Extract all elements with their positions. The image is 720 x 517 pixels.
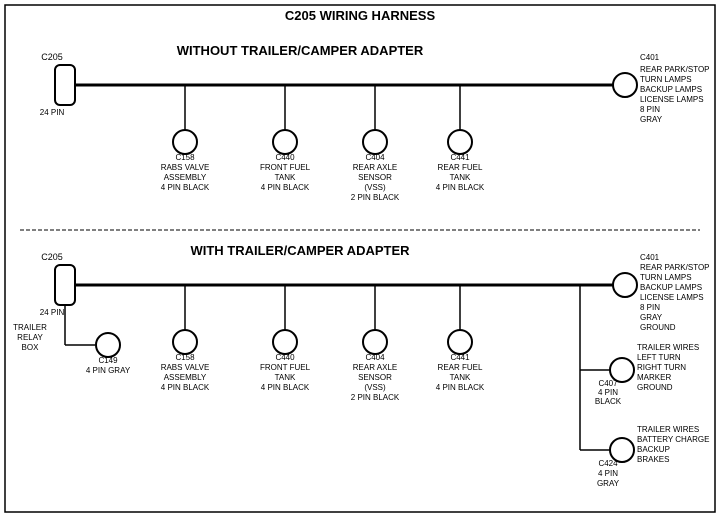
bottom-right-connector-circle <box>613 273 637 297</box>
main-title: C205 WIRING HARNESS <box>285 8 436 23</box>
bottom-c441-id: C441 <box>450 353 470 362</box>
top-right-desc1: REAR PARK/STOP <box>640 65 710 74</box>
bottom-c149-pins: 4 PIN GRAY <box>86 366 131 375</box>
bottom-c158-circle <box>173 330 197 354</box>
bottom-c158-id: C158 <box>175 353 195 362</box>
c424-desc4: BRAKES <box>637 455 669 464</box>
wiring-diagram-svg: C205 WIRING HARNESS WITHOUT TRAILER/CAMP… <box>0 0 720 517</box>
c407-desc5: GROUND <box>637 383 673 392</box>
top-c404-label3: (VSS) <box>364 183 386 192</box>
bottom-left-24pin: 24 PIN <box>40 308 65 317</box>
bottom-right-desc2: TURN LAMPS <box>640 273 692 282</box>
top-c404-label1: REAR AXLE <box>353 163 397 172</box>
top-c404-label4: 2 PIN BLACK <box>351 193 400 202</box>
top-c158-label3: 4 PIN BLACK <box>161 183 210 192</box>
top-c441-id: C441 <box>450 153 470 162</box>
bottom-c440-circle <box>273 330 297 354</box>
top-right-desc4: LICENSE LAMPS <box>640 95 704 104</box>
bottom-right-desc1: REAR PARK/STOP <box>640 263 710 272</box>
bottom-c404-label1: REAR AXLE <box>353 363 397 372</box>
bottom-right-desc3: BACKUP LAMPS <box>640 283 702 292</box>
bottom-c441-label2: TANK <box>450 373 471 382</box>
c424-id: C424 <box>598 459 618 468</box>
bottom-c158-label2: ASSEMBLY <box>164 373 207 382</box>
top-c440-circle <box>273 130 297 154</box>
c424-desc3: BACKUP <box>637 445 670 454</box>
c407-pins2: BLACK <box>595 397 622 406</box>
c407-pins1: 4 PIN <box>598 388 618 397</box>
c424-desc2: BATTERY CHARGE <box>637 435 709 444</box>
top-right-c401-id: C401 <box>640 53 660 62</box>
top-left-connector-rect <box>55 65 75 105</box>
bottom-c440-label1: FRONT FUEL <box>260 363 311 372</box>
top-right-desc2: TURN LAMPS <box>640 75 692 84</box>
bottom-c404-label4: 2 PIN BLACK <box>351 393 400 402</box>
top-c404-id: C404 <box>365 153 385 162</box>
bottom-c404-label3: (VSS) <box>364 383 386 392</box>
top-c404-label2: SENSOR <box>358 173 392 182</box>
bottom-right-desc4: LICENSE LAMPS <box>640 293 704 302</box>
bottom-c149-id: C149 <box>98 356 118 365</box>
border-rect <box>5 5 715 512</box>
bottom-c441-label1: REAR FUEL <box>438 363 483 372</box>
top-c404-circle <box>363 130 387 154</box>
top-c441-label2: TANK <box>450 173 471 182</box>
relay-box-label3: BOX <box>22 343 40 352</box>
bottom-c440-id: C440 <box>275 353 295 362</box>
bottom-right-gray: GRAY <box>640 313 663 322</box>
top-section-label: WITHOUT TRAILER/CAMPER ADAPTER <box>177 43 424 58</box>
c424-desc1: TRAILER WIRES <box>637 425 699 434</box>
top-c441-label3: 4 PIN BLACK <box>436 183 485 192</box>
relay-box-label2: RELAY <box>17 333 43 342</box>
c407-desc2: LEFT TURN <box>637 353 681 362</box>
bottom-right-8pin: 8 PIN <box>640 303 660 312</box>
top-c441-circle <box>448 130 472 154</box>
bottom-section-label: WITH TRAILER/CAMPER ADAPTER <box>190 243 410 258</box>
top-c441-label1: REAR FUEL <box>438 163 483 172</box>
top-right-8pin: 8 PIN <box>640 105 660 114</box>
top-c440-label1: FRONT FUEL <box>260 163 311 172</box>
top-c158-label2: ASSEMBLY <box>164 173 207 182</box>
bottom-c441-label3: 4 PIN BLACK <box>436 383 485 392</box>
bottom-right-ground: GROUND <box>640 323 676 332</box>
bottom-c404-circle <box>363 330 387 354</box>
bottom-c441-circle <box>448 330 472 354</box>
bottom-left-connector-rect <box>55 265 75 305</box>
top-c158-label1: RABS VALVE <box>161 163 210 172</box>
bottom-right-c401-id: C401 <box>640 253 660 262</box>
bottom-c149-circle <box>96 333 120 357</box>
relay-box-label1: TRAILER <box>13 323 47 332</box>
top-right-gray: GRAY <box>640 115 663 124</box>
c407-desc3: RIGHT TURN <box>637 363 686 372</box>
top-c158-id: C158 <box>175 153 195 162</box>
top-right-desc3: BACKUP LAMPS <box>640 85 702 94</box>
top-c440-id: C440 <box>275 153 295 162</box>
bottom-c404-label2: SENSOR <box>358 373 392 382</box>
top-left-c205-label: C205 <box>41 52 63 62</box>
top-left-24pin: 24 PIN <box>40 108 65 117</box>
c424-pins1: 4 PIN <box>598 469 618 478</box>
bottom-c440-label3: 4 PIN BLACK <box>261 383 310 392</box>
c407-desc1: TRAILER WIRES <box>637 343 699 352</box>
c407-desc4: MARKER <box>637 373 671 382</box>
top-right-connector-circle <box>613 73 637 97</box>
bottom-c404-id: C404 <box>365 353 385 362</box>
bottom-c158-label1: RABS VALVE <box>161 363 210 372</box>
bottom-left-c205-label: C205 <box>41 252 63 262</box>
bottom-c440-label2: TANK <box>275 373 296 382</box>
c407-id: C407 <box>598 379 618 388</box>
top-c158-circle <box>173 130 197 154</box>
bottom-c158-label3: 4 PIN BLACK <box>161 383 210 392</box>
top-c440-label2: TANK <box>275 173 296 182</box>
diagram-container: C205 WIRING HARNESS WITHOUT TRAILER/CAMP… <box>0 0 720 517</box>
top-c440-label3: 4 PIN BLACK <box>261 183 310 192</box>
c424-pins2: GRAY <box>597 479 620 488</box>
